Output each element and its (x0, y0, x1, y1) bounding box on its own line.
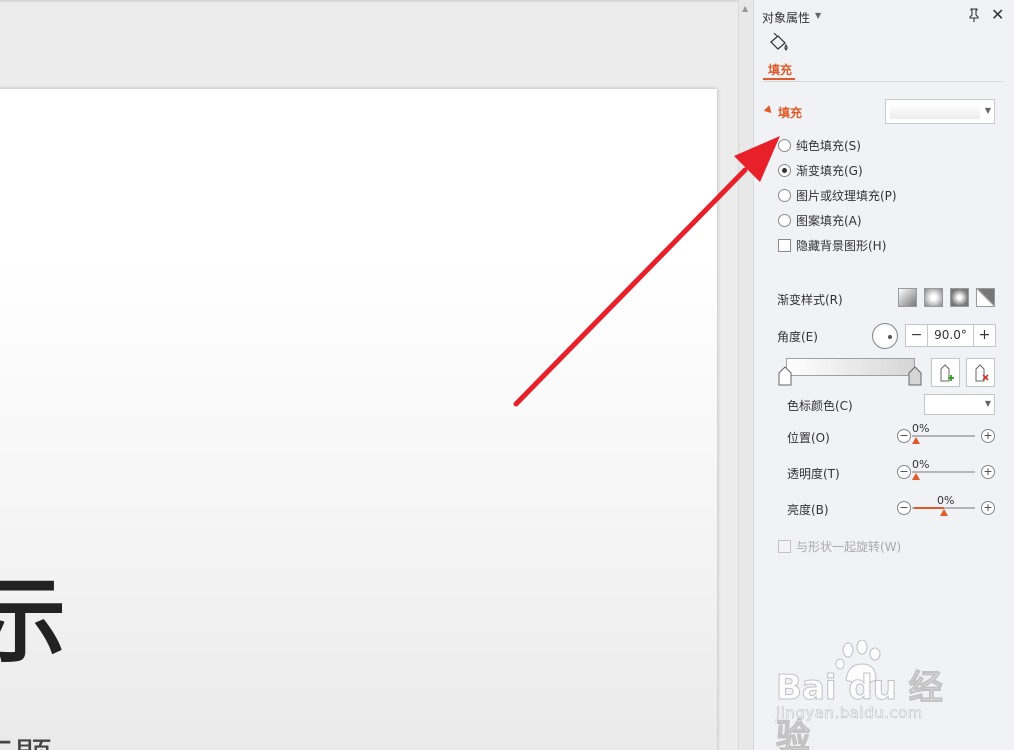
gradient-stop-marker-icon[interactable] (908, 366, 922, 386)
radio-gradient-fill[interactable]: 渐变填充(G) (778, 161, 863, 179)
pin-icon[interactable] (966, 7, 982, 23)
gradient-style-label: 渐变样式(R) (777, 293, 843, 307)
angle-dial-handle[interactable] (888, 335, 892, 339)
position-label: 位置(O) (787, 431, 830, 445)
fill-preset-dropdown[interactable]: ▼ (885, 99, 995, 124)
slide[interactable]: 示 标题 (0, 89, 717, 750)
position-increase-button[interactable]: + (981, 429, 995, 443)
radio-label: 纯色填充(S) (796, 138, 861, 153)
remove-stop-icon (975, 364, 989, 382)
transparency-slider-track[interactable] (912, 471, 975, 473)
panel-title[interactable]: 对象属性 (762, 9, 810, 26)
tab-fill-underline (763, 78, 795, 80)
transparency-value: 0% (912, 458, 930, 471)
radio-label: 图片或纹理填充(P) (796, 188, 897, 203)
transparency-label: 透明度(T) (787, 467, 840, 481)
stop-color-label: 色标颜色(C) (787, 399, 853, 413)
brightness-decrease-button[interactable]: − (897, 501, 911, 515)
slide-title-text[interactable]: 示 (0, 547, 66, 680)
gradient-style-path-button[interactable] (976, 288, 995, 307)
tab-fill[interactable]: 填充 (768, 61, 792, 78)
add-gradient-stop-button[interactable] (931, 358, 960, 387)
gradient-stop-marker-icon[interactable] (778, 366, 792, 386)
angle-label: 角度(E) (777, 330, 818, 344)
section-collapse-icon[interactable] (763, 105, 775, 116)
baidu-jingyan-watermark: Bai du 经验 jingyan.baidu.com (776, 640, 966, 750)
scroll-up-arrow-icon[interactable]: ▲ (742, 4, 748, 13)
gradient-style-rectangular-button[interactable] (950, 288, 969, 307)
panel-title-dropdown-icon[interactable]: ▼ (815, 11, 821, 20)
brightness-label: 亮度(B) (787, 503, 829, 517)
rotate-with-shape-checkbox[interactable] (778, 539, 791, 553)
chevron-down-icon: ▼ (984, 399, 991, 408)
slide-subtitle-text[interactable]: 标题 (0, 726, 52, 750)
position-slider-track[interactable] (912, 435, 975, 437)
close-icon[interactable]: ✕ (991, 7, 1007, 23)
angle-increase-button[interactable]: + (973, 325, 995, 346)
slide-canvas-area[interactable]: 示 标题 (0, 0, 738, 750)
object-properties-panel: 对象属性 ▼ ✕ 填充 填充 ▼ 纯色填充(S) 渐变填充(G) 图片或纹理填充… (754, 0, 1014, 750)
angle-dial[interactable] (872, 323, 898, 349)
tab-divider (763, 81, 1003, 82)
hide-background-checkbox-row[interactable]: 隐藏背景图形(H) (778, 236, 886, 254)
fill-preview-swatch (890, 104, 980, 119)
position-slider-thumb[interactable] (912, 437, 920, 444)
vertical-scrollbar[interactable]: ▲ (738, 0, 754, 750)
position-decrease-button[interactable]: − (897, 429, 911, 443)
stop-color-dropdown[interactable]: ▼ (924, 394, 995, 415)
chevron-down-icon: ▼ (984, 106, 991, 115)
brightness-slider-thumb[interactable] (940, 509, 948, 516)
radio-button-checked[interactable] (778, 163, 791, 177)
radio-label: 图案填充(A) (796, 213, 862, 228)
paint-bucket-icon[interactable] (768, 33, 790, 55)
radio-pattern-fill[interactable]: 图案填充(A) (778, 211, 862, 229)
brightness-increase-button[interactable]: + (981, 501, 995, 515)
hide-background-checkbox[interactable] (778, 238, 791, 252)
angle-input[interactable]: 90.0° (928, 325, 973, 346)
add-stop-icon (940, 364, 954, 382)
remove-gradient-stop-button[interactable] (966, 358, 995, 387)
transparency-decrease-button[interactable]: − (897, 465, 911, 479)
rotate-with-shape-label: 与形状一起旋转(W) (796, 539, 902, 554)
gradient-style-linear-button[interactable] (898, 288, 917, 307)
rotate-with-shape-row[interactable]: 与形状一起旋转(W) (778, 537, 901, 555)
angle-stepper[interactable]: − 90.0° + (905, 324, 996, 347)
radio-button[interactable] (778, 138, 791, 152)
transparency-slider-thumb[interactable] (912, 473, 920, 480)
gradient-style-radial-button[interactable] (924, 288, 943, 307)
fill-section-label[interactable]: 填充 (778, 104, 802, 121)
transparency-increase-button[interactable]: + (981, 465, 995, 479)
brightness-value: 0% (937, 494, 955, 507)
angle-decrease-button[interactable]: − (906, 325, 928, 346)
watermark-url-text: jingyan.baidu.com (776, 704, 923, 723)
radio-solid-fill[interactable]: 纯色填充(S) (778, 136, 861, 154)
radio-button[interactable] (778, 213, 791, 227)
radio-button[interactable] (778, 188, 791, 202)
hide-background-label: 隐藏背景图形(H) (796, 238, 887, 253)
radio-label: 渐变填充(G) (796, 163, 863, 178)
position-value: 0% (912, 422, 930, 435)
gradient-stops-bar[interactable] (786, 358, 915, 376)
radio-picture-texture-fill[interactable]: 图片或纹理填充(P) (778, 186, 897, 204)
